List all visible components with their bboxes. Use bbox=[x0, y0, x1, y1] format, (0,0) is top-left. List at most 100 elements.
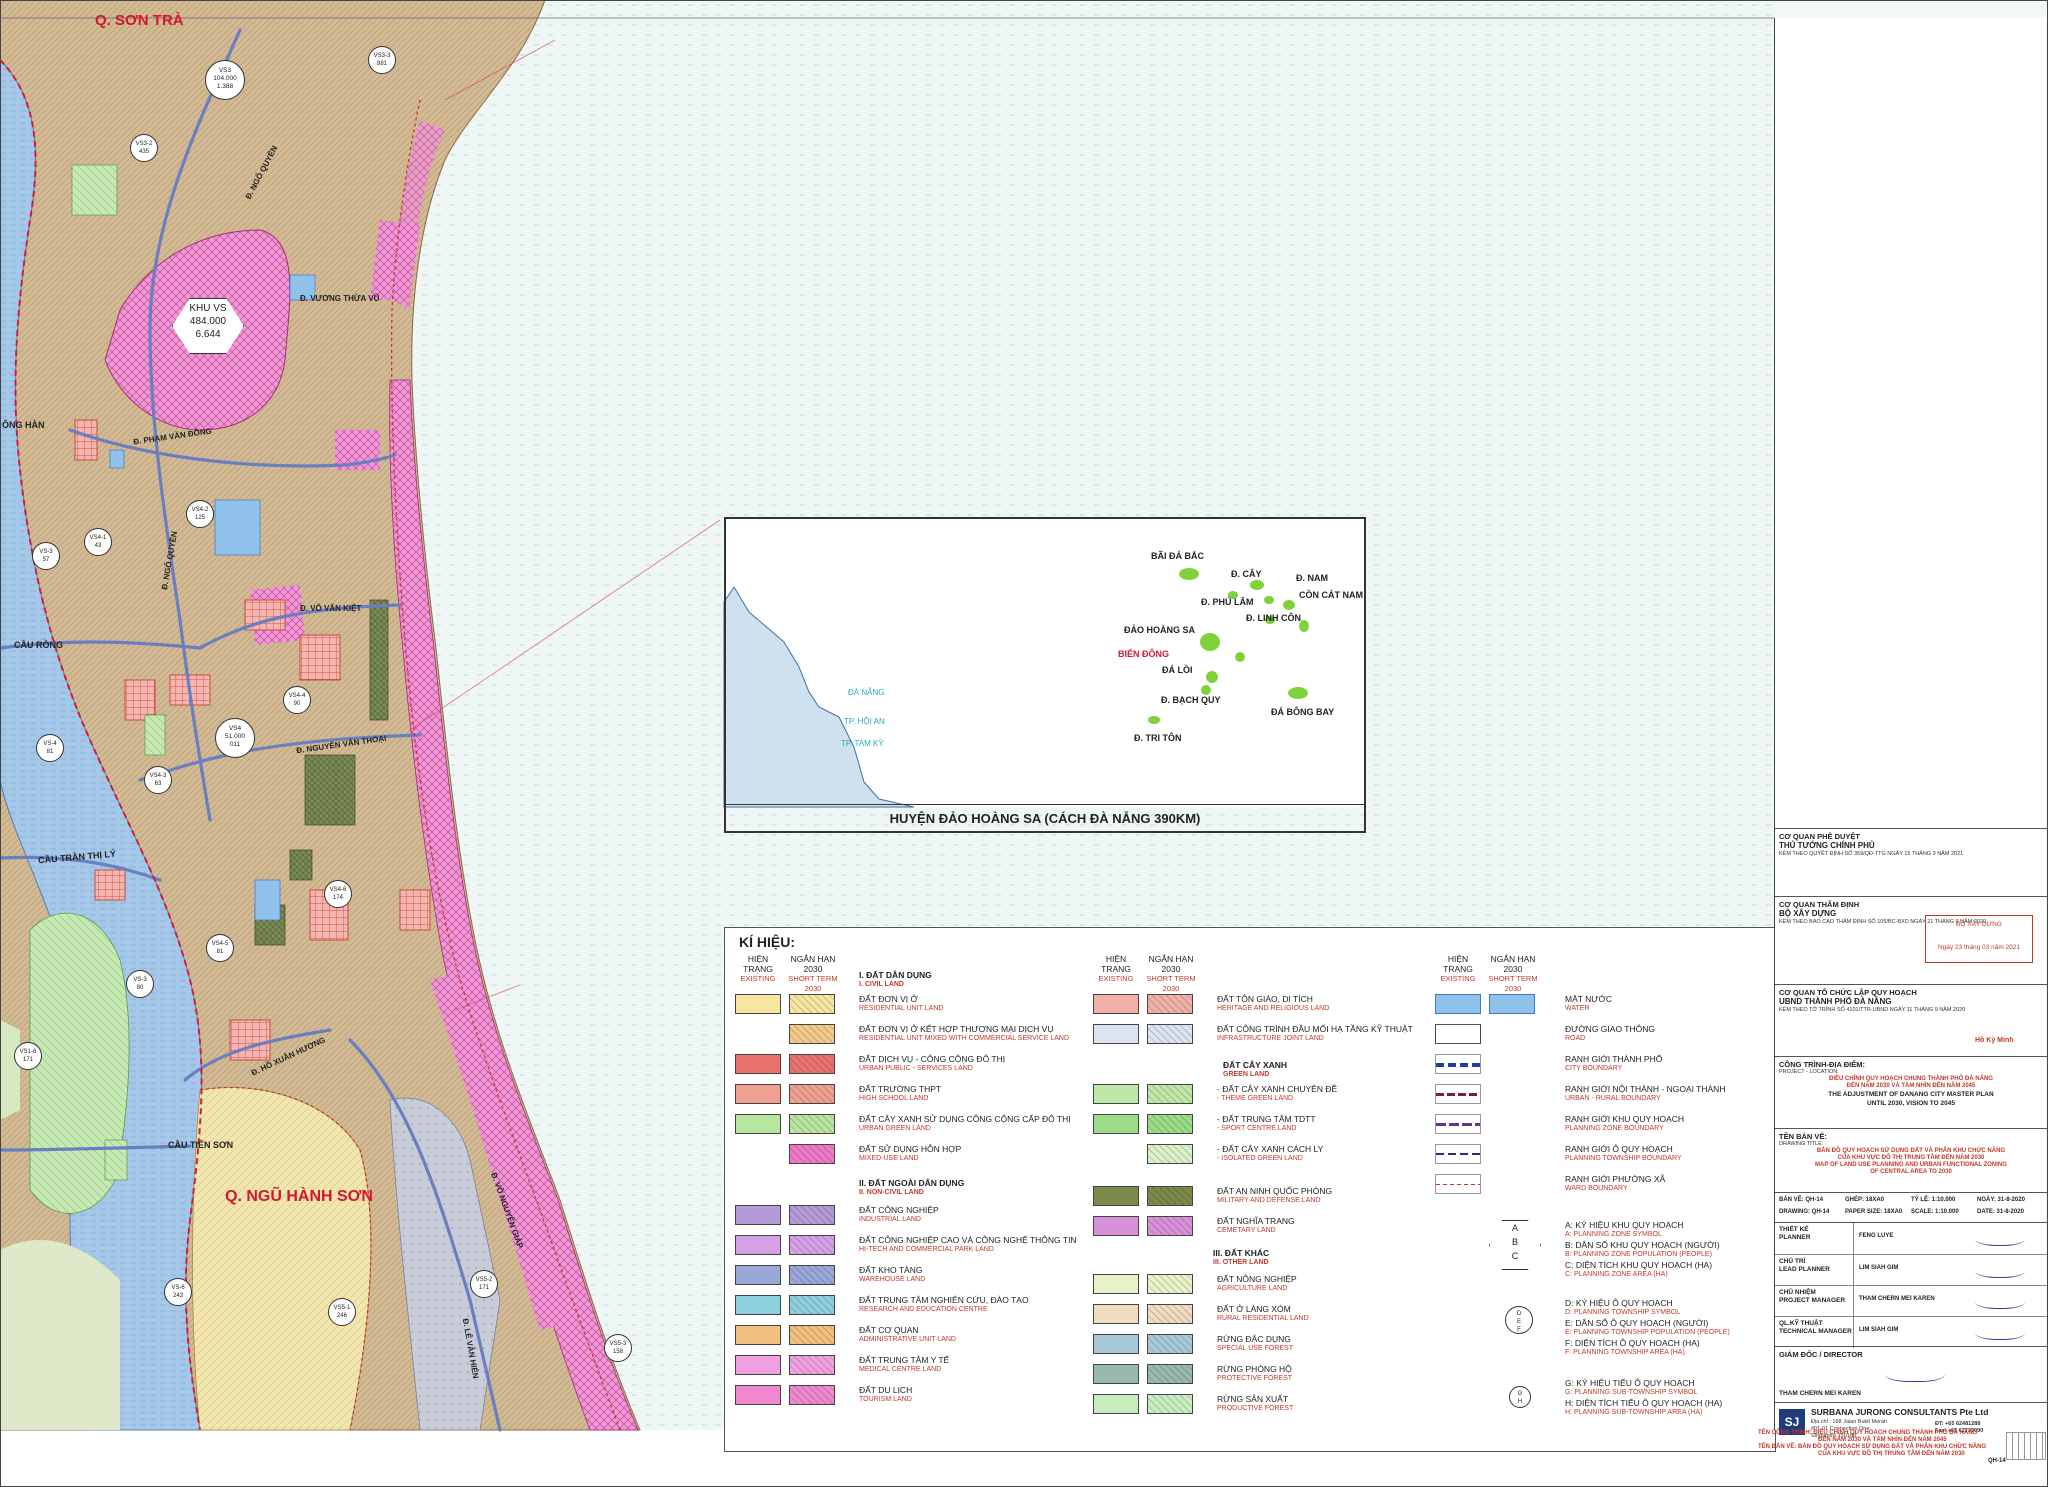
legend-swatch bbox=[1147, 1084, 1193, 1104]
zone-symbol: VS-4 81 bbox=[36, 734, 64, 762]
legend-swatch bbox=[1093, 1024, 1139, 1044]
legend-symbol-label: E: DÂN SỐ Ô QUY HOẠCH (NGƯỜI) E: PLANNING… bbox=[1565, 1318, 1730, 1336]
legend-symbol-label: G: KÝ HIỆU TIỂU Ô QUY HOẠCH G: PLANNING S… bbox=[1565, 1378, 1698, 1396]
zone-symbol: VS4-4 90 bbox=[283, 686, 311, 714]
legend-swatch bbox=[789, 1084, 835, 1104]
inset-label: Đ. CÂY bbox=[1231, 569, 1262, 579]
legend-item-label: RỪNG ĐẶC DỤNG SPECIAL USE FOREST bbox=[1217, 1334, 1293, 1352]
legend-item-label: RANH GIỚI KHU QUY HOẠCH PLANNING ZONE BOU… bbox=[1565, 1114, 1685, 1132]
inset-city: TP. TAM KỲ bbox=[841, 739, 884, 748]
legend-item-label: - ĐẤT CÂY XANH CÁCH LY - ISOLATED GREEN L… bbox=[1217, 1144, 1324, 1162]
legend-section: I. ĐẤT DÂN DỤNG I. CIVIL LAND bbox=[859, 970, 932, 988]
legend-swatch bbox=[735, 1265, 781, 1285]
legend-swatch bbox=[735, 1325, 781, 1345]
legend-swatch bbox=[1147, 1114, 1193, 1134]
zone-symbol: VS-6 243 bbox=[164, 1278, 192, 1306]
role-title: CHỦ NHIỆM PROJECT MANAGER bbox=[1779, 1289, 1846, 1304]
zone-symbol: VS5-2 171 bbox=[470, 1270, 498, 1298]
legend-swatch bbox=[1093, 1274, 1139, 1294]
drawing-code: QH-14 bbox=[1988, 1458, 2006, 1464]
legend-col-header: NGẮN HẠN 2030 SHORT TERM 2030 bbox=[788, 954, 838, 993]
zone-symbol: VS4-2 125 bbox=[186, 500, 214, 528]
zone-symbol: VS4-3 63 bbox=[144, 766, 172, 794]
legend-item-label: ĐẤT DU LỊCH TOURISM LAND bbox=[859, 1385, 913, 1403]
legend-item-label: ĐẤT DỊCH VỤ - CÔNG CỘNG ĐÔ THỊ URBAN PUBL… bbox=[859, 1054, 1006, 1072]
inset-label: Đ. LINH CÔN bbox=[1246, 613, 1301, 623]
role-title: CHỦ TRÌ LEAD PLANNER bbox=[1779, 1258, 1830, 1273]
role-row: THIẾT KẾ PLANNER FENG LUYE bbox=[1775, 1223, 2047, 1254]
project-section: CÔNG TRÌNH-ĐỊA ĐIỂM: PROJECT - LOCATION:… bbox=[1775, 1056, 2047, 1128]
legend-item-label: ĐẤT AN NINH QUỐC PHÒNG MILITARY AND DEFEN… bbox=[1217, 1186, 1333, 1204]
zone-symbol: VS-3 80 bbox=[126, 970, 154, 998]
signature-mark bbox=[1975, 1263, 2025, 1278]
legend-swatch bbox=[1147, 1304, 1193, 1324]
legend-item-label: - ĐẤT CÂY XANH CHUYÊN ĐỀ - THEME GREEN LA… bbox=[1217, 1084, 1338, 1102]
inset-label: Đ. PHÚ LÂM bbox=[1201, 597, 1254, 607]
legend-item-label: RANH GIỚI Ô QUY HOẠCH PLANNING TOWNSHIP B… bbox=[1565, 1144, 1682, 1162]
inset-label: BÃI ĐÁ BẮC bbox=[1151, 551, 1204, 561]
legend-item-label: ĐẤT SỬ DỤNG HỖN HỢP MIXED-USE LAND bbox=[859, 1144, 962, 1162]
legend-item-label: ĐƯỜNG GIAO THÔNG ROAD bbox=[1565, 1024, 1655, 1042]
legend-item-label: ĐẤT TRƯỜNG THPT HIGH SCHOOL LAND bbox=[859, 1084, 942, 1102]
director-signature bbox=[1885, 1363, 1945, 1382]
legend-line-symbol bbox=[1435, 994, 1481, 1014]
legend-item-label: RỪNG PHÒNG HỘ PROTECTIVE FOREST bbox=[1217, 1364, 1293, 1382]
bridge-label: ÔNG HÀN bbox=[2, 420, 45, 430]
zone-symbol: VS3 104.000 1.388 bbox=[205, 60, 245, 100]
role-person: LIM SIAH GIM bbox=[1859, 1265, 1899, 1271]
inset-city: ĐÀ NẴNG bbox=[848, 688, 885, 697]
zone-symbol: VS5-3 158 bbox=[604, 1334, 632, 1362]
legend-section: ĐẤT CÂY XANH GREEN LAND bbox=[1223, 1060, 1288, 1078]
legend-symbol-label: C: DIỆN TÍCH KHU QUY HOẠCH (HA) C: PLANNI… bbox=[1565, 1260, 1713, 1278]
inset-label: ĐẢO HOÀNG SA bbox=[1124, 625, 1196, 635]
legend-item-label: - ĐẤT TRUNG TÂM TDTT - SPORT CENTRE LAND bbox=[1217, 1114, 1316, 1132]
subtownship-circle-symbol: GH bbox=[1509, 1386, 1531, 1408]
legend-swatch bbox=[1093, 994, 1139, 1014]
legend-swatch bbox=[735, 1235, 781, 1255]
legend-swatch bbox=[789, 1205, 835, 1225]
road-label: Đ. VÕ VĂN KIỆT bbox=[300, 604, 362, 613]
role-title: QL.KỸ THUẬT TECHNICAL MANAGER bbox=[1779, 1320, 1852, 1335]
zone-hex-symbol: ABC bbox=[1489, 1220, 1541, 1270]
legend-swatch bbox=[789, 1114, 835, 1134]
legend-line-symbol bbox=[1435, 1024, 1481, 1044]
signature-mark bbox=[1975, 1294, 2025, 1309]
legend-swatch bbox=[789, 1355, 835, 1375]
legend-item-label: ĐẤT TRUNG TÂM Y TẾ MEDICAL CENTRE LAND bbox=[859, 1355, 950, 1373]
legend-swatch bbox=[735, 1114, 781, 1134]
legend-item-label: ĐẤT NÔNG NGHIỆP AGRICULTURE LAND bbox=[1217, 1274, 1297, 1292]
bridge-label: CẦU TIÊN SƠN bbox=[168, 1140, 234, 1150]
role-person: LIM SIAH GIM bbox=[1859, 1327, 1899, 1333]
legend-swatch bbox=[1147, 1186, 1193, 1206]
legend-line-symbol bbox=[1435, 1114, 1481, 1134]
legend-item-label: ĐẤT CÔNG NGHIỆP CAO VÀ CÔNG NGHỆ THÔNG T… bbox=[859, 1235, 1077, 1253]
legend-swatch bbox=[735, 1385, 781, 1405]
legend-item-label: ĐẤT CÔNG NGHIỆP INDUSTRIAL LAND bbox=[859, 1205, 939, 1223]
legend-swatch bbox=[735, 1295, 781, 1315]
legend-section: II. ĐẤT NGOÀI DÂN DỤNG II. NON-CIVIL LAND bbox=[859, 1178, 965, 1196]
legend-symbol-label: A: KÝ HIỆU KHU QUY HOẠCH A: PLANNING ZONE… bbox=[1565, 1220, 1684, 1238]
signature-mark bbox=[1975, 1231, 2025, 1246]
legend-swatch bbox=[735, 1205, 781, 1225]
zone-symbol: VS3-3 881 bbox=[368, 46, 396, 74]
organizer-section: CƠ QUAN TỔ CHỨC LẬP QUY HOẠCH UBND THÀNH… bbox=[1775, 984, 2047, 1056]
legend-item-label: ĐẤT CƠ QUAN ADMINISTRATIVE UNIT LAND bbox=[859, 1325, 956, 1343]
footer-strip: TÊN CÔNG TRÌNH: ĐIỀU CHỈNH QUY HOẠCH CHU… bbox=[1758, 1430, 2046, 1487]
legend-swatch bbox=[1093, 1186, 1139, 1206]
zone-symbol: VS3-2 435 bbox=[130, 134, 158, 162]
legend-swatch bbox=[789, 1265, 835, 1285]
appraisal-section: CƠ QUAN THẨM ĐỊNH BỘ XÂY DỰNG KÈM THEO B… bbox=[1775, 896, 2047, 984]
legend-symbol-label: H: DIỆN TÍCH TIỂU Ô QUY HOẠCH (HA) H: PLA… bbox=[1565, 1398, 1723, 1416]
table-divider bbox=[1853, 1286, 1854, 1317]
legend-item-label: ĐẤT TÔN GIÁO, DI TÍCH HERITAGE AND RELIGI… bbox=[1217, 994, 1330, 1012]
legend-section: III. ĐẤT KHÁC III. OTHER LAND bbox=[1213, 1248, 1270, 1266]
zone-symbol: VS5-1 246 bbox=[328, 1298, 356, 1326]
table-divider bbox=[1853, 1317, 1854, 1348]
legend-symbol-label: F: DIỆN TÍCH Ô QUY HOẠCH (HA) F: PLANNING… bbox=[1565, 1338, 1700, 1356]
legend-swatch bbox=[1093, 1394, 1139, 1414]
legend-swatch bbox=[1147, 994, 1193, 1014]
legend-item-label: ĐẤT TRUNG TÂM NGHIÊN CỨU, ĐÀO TẠO RESEARC… bbox=[859, 1295, 1029, 1313]
legend-col-header: NGẮN HẠN 2030 SHORT TERM 2030 bbox=[1146, 954, 1196, 993]
legend-col-header: HIỆN TRẠNG EXISTING bbox=[1440, 954, 1476, 983]
legend-swatch bbox=[789, 1144, 835, 1164]
